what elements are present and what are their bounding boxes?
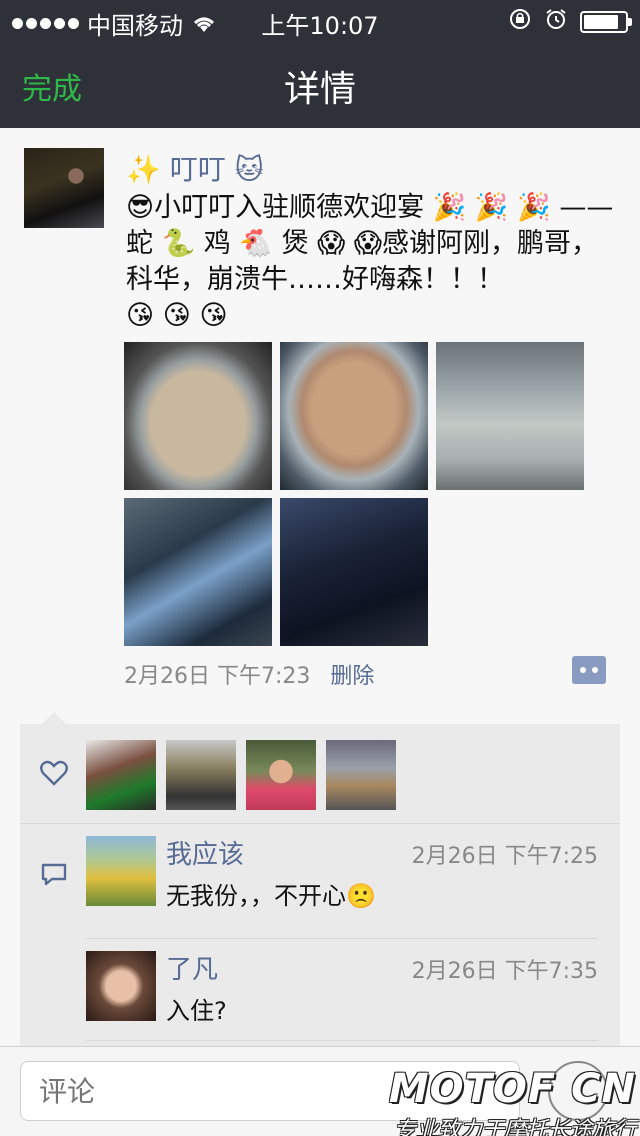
status-right [508, 7, 632, 37]
post-photo-4[interactable] [124, 498, 272, 646]
post-date: 2月26日 下午7:23 [124, 664, 311, 689]
comment-time: 2月26日 下午7:25 [411, 844, 598, 869]
like-avatar[interactable] [326, 740, 396, 810]
comment-text: 入住? [166, 997, 227, 1025]
post-photo-1[interactable] [124, 342, 272, 490]
commenter-name[interactable]: 我应该 [166, 834, 244, 871]
like-avatar[interactable] [86, 740, 156, 810]
rotation-lock-icon [508, 7, 532, 37]
delete-button[interactable]: 删除 [330, 658, 374, 690]
post-photo-3[interactable] [436, 342, 584, 490]
post-meta: 2月26日 下午7:23 删除 [124, 658, 374, 690]
heart-icon [40, 760, 68, 790]
commenter-name[interactable]: 了凡 [166, 949, 218, 986]
author-avatar[interactable] [24, 148, 104, 228]
commenter-avatar[interactable] [86, 836, 156, 906]
battery-icon [580, 11, 632, 33]
more-actions-icon[interactable] [572, 656, 606, 684]
post-photo-2[interactable] [280, 342, 428, 490]
likes-row [20, 724, 620, 824]
page-title: 详情 [283, 69, 356, 110]
comment-text: 无我份，，不开心🙁 [166, 882, 376, 910]
watermark-logo: MOTOF CN [388, 1066, 636, 1112]
status-bar: 中国移动 上午10:07 [0, 0, 640, 40]
nav-bar: 完成 详情 [0, 40, 640, 128]
like-avatar[interactable] [166, 740, 236, 810]
post-detail: ✨ 叮叮 🐱 😎小叮叮入驻顺德欢迎宴 🎉 🎉 🎉 ——蛇 🐍 鸡 🐔 煲 😱 😱… [0, 128, 640, 1046]
watermark: MOTOF CN 专业致力于摩托长途旅行 [389, 1066, 636, 1136]
watermark-tagline: 专业致力于摩托长途旅行 [393, 1118, 636, 1136]
comment-item[interactable]: 了凡 2月26日 下午7:35 入住? [86, 938, 598, 1025]
author-name[interactable]: ✨ 叮叮 🐱 [126, 148, 264, 188]
comment-bubble-icon [40, 862, 68, 892]
commenter-avatar[interactable] [86, 951, 156, 1021]
like-avatar[interactable] [246, 740, 316, 810]
interactions-panel: 我应该 2月26日 下午7:25 无我份，，不开心🙁 了凡 2月26日 下午7:… [20, 712, 620, 1046]
alarm-icon [544, 7, 568, 37]
post-text: 😎小叮叮入驻顺德欢迎宴 🎉 🎉 🎉 ——蛇 🐍 鸡 🐔 煲 😱 😱感谢阿刚，鹏哥… [126, 192, 614, 331]
post-photo-5[interactable] [280, 498, 428, 646]
comment-time: 2月26日 下午7:35 [411, 959, 598, 984]
